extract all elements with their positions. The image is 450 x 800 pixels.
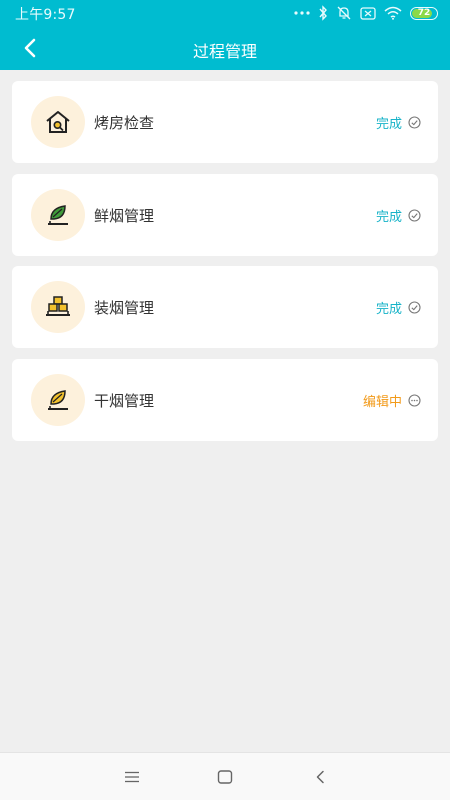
status-text: 完成	[375, 209, 402, 225]
status-text: 编辑中	[362, 394, 402, 410]
bluetooth-icon	[318, 5, 328, 21]
check-circle-icon	[408, 301, 421, 314]
check-circle-icon	[408, 116, 421, 129]
boxes-icon	[31, 281, 85, 333]
back-chevron-icon	[316, 770, 324, 784]
ellipsis-circle-icon	[408, 393, 421, 407]
page-title: 过程管理	[192, 42, 257, 61]
menu-button[interactable]	[120, 767, 144, 787]
toolbar: 过程管理	[0, 26, 450, 70]
status-badge: 编辑中	[363, 391, 421, 410]
item-label: 烤房检查	[94, 114, 155, 132]
status-badge: 完成	[376, 298, 421, 317]
home-square-icon	[217, 770, 233, 784]
item-label: 干烟管理	[94, 391, 155, 410]
list-item-fresh-tobacco[interactable]: 鲜烟管理 完成	[12, 173, 438, 256]
nav-back-button[interactable]	[308, 767, 332, 787]
status-time: 上午9:57	[15, 7, 76, 23]
app-root: 上午9:57 72 过程管理 烤房检查 完成 鲜烟管理 完成 装烟管理 完成 干…	[0, 0, 450, 800]
more-dots-icon	[294, 10, 310, 16]
sim-icon	[360, 6, 376, 20]
status-text: 完成	[375, 117, 402, 132]
battery-icon: 72	[410, 6, 438, 20]
house-icon	[31, 96, 85, 148]
notifications-off-icon	[336, 5, 352, 21]
menu-icon	[125, 771, 139, 783]
list-item-dry-tobacco[interactable]: 干烟管理 编辑中	[12, 358, 438, 441]
wifi-icon	[384, 6, 402, 20]
process-list: 烤房检查 完成 鲜烟管理 完成 装烟管理 完成 干烟管理 编辑中	[12, 81, 438, 451]
system-nav-bar	[0, 752, 450, 800]
list-item-kiln-check[interactable]: 烤房检查 完成	[12, 81, 438, 163]
check-circle-icon	[408, 208, 421, 222]
header: 上午9:57 72 过程管理	[0, 0, 450, 70]
status-badge: 完成	[376, 206, 421, 225]
status-icons: 72	[294, 4, 438, 22]
leaf-icon	[31, 373, 85, 426]
home-button[interactable]	[213, 767, 237, 787]
item-label: 装烟管理	[94, 299, 155, 317]
item-label: 鲜烟管理	[94, 206, 155, 225]
status-bar: 上午9:57 72	[0, 0, 450, 26]
leaf-icon	[31, 188, 85, 241]
battery-level: 72	[417, 8, 431, 18]
list-item-tobacco-loading[interactable]: 装烟管理 完成	[12, 266, 438, 348]
status-badge: 完成	[376, 113, 421, 132]
status-text: 完成	[375, 302, 402, 317]
